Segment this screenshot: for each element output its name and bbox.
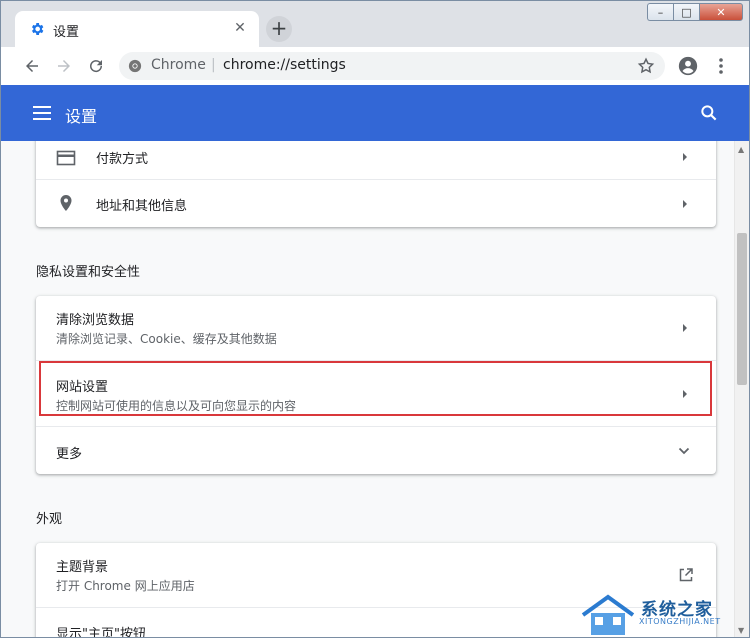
highlight-box [39, 361, 712, 416]
row-label: 地址和其他信息 [96, 199, 188, 214]
forward-arrow-icon [58, 60, 70, 72]
settings-header: 设置 [1, 85, 749, 141]
autofill-card: 付款方式 地址和其他信息 [36, 141, 716, 227]
tab-close-icon[interactable]: ✕ [231, 19, 249, 37]
address-bar[interactable]: Chrome | chrome://settings [119, 52, 665, 80]
bookmark-star-icon[interactable] [637, 57, 655, 75]
search-icon[interactable] [699, 103, 719, 123]
window-controls: – □ ✕ [647, 3, 743, 23]
new-tab-button[interactable]: + [266, 16, 292, 42]
back-button[interactable] [19, 53, 45, 79]
credit-card-icon [56, 150, 76, 166]
tab-settings[interactable]: 设置 ✕ [15, 11, 259, 47]
section-title-appearance: 外观 [36, 512, 63, 527]
reload-icon [90, 60, 103, 73]
scrollbar[interactable]: ▲ ▼ [734, 141, 749, 637]
addresses-row[interactable]: 地址和其他信息 [36, 179, 716, 227]
back-arrow-icon [26, 60, 38, 72]
url-text[interactable]: chrome://settings [223, 57, 346, 73]
minimize-button[interactable]: – [647, 3, 673, 21]
scroll-up-arrow-icon[interactable]: ▲ [738, 145, 744, 154]
more-vert-icon [719, 58, 723, 74]
tab-title: 设置 [53, 25, 80, 40]
more-expand-row[interactable]: 更多 [36, 426, 716, 475]
gear-icon [32, 23, 44, 35]
clear-browsing-data-row[interactable]: 清除浏览数据 清除浏览记录、Cookie、缓存及其他数据 [36, 296, 716, 360]
row-label: 主题背景 [56, 560, 109, 575]
chevron-right-icon [683, 200, 687, 208]
settings-content: 付款方式 地址和其他信息 隐私设置和安全性 清除浏览数据 清除浏览记录、Cook… [1, 141, 749, 638]
site-name: Chrome [151, 57, 206, 73]
payment-methods-row[interactable]: 付款方式 [36, 141, 716, 179]
location-pin-icon [60, 195, 72, 211]
browser-window: 设置 ✕ + – □ ✕ Chrome | chrome://settings [0, 0, 750, 638]
row-label: 清除浏览数据 [56, 313, 135, 328]
scrollbar-thumb[interactable] [737, 233, 747, 385]
chevron-right-icon [683, 153, 687, 161]
more-menu-button[interactable] [708, 53, 734, 79]
account-icon [678, 56, 698, 76]
profile-button[interactable] [675, 53, 701, 79]
url-separator: | [211, 57, 216, 73]
row-sublabel: 清除浏览记录、Cookie、缓存及其他数据 [56, 332, 277, 346]
watermark-url: XITONGZHIJIA.NET [639, 617, 721, 626]
row-sublabel: 打开 Chrome 网上应用店 [56, 579, 195, 593]
maximize-button[interactable]: □ [673, 3, 699, 21]
chrome-icon [128, 59, 142, 73]
open-in-new-icon [679, 568, 693, 582]
watermark-logo: 系统之家 XITONGZHIJIA.NET [579, 591, 739, 637]
chevron-down-icon [678, 447, 690, 455]
section-title-privacy: 隐私设置和安全性 [36, 265, 141, 280]
browser-toolbar: Chrome | chrome://settings [1, 47, 749, 85]
row-label: 显示"主页"按钮 [56, 627, 146, 638]
close-window-button[interactable]: ✕ [699, 3, 743, 21]
forward-button[interactable] [51, 53, 77, 79]
row-label: 更多 [56, 447, 83, 462]
house-logo-icon [581, 594, 635, 635]
reload-button[interactable] [83, 53, 109, 79]
chevron-right-icon [683, 324, 687, 332]
row-label: 付款方式 [96, 152, 149, 167]
tab-strip: 设置 ✕ + – □ ✕ [1, 1, 749, 47]
page-title: 设置 [65, 107, 98, 126]
hamburger-menu-icon[interactable] [33, 105, 51, 121]
